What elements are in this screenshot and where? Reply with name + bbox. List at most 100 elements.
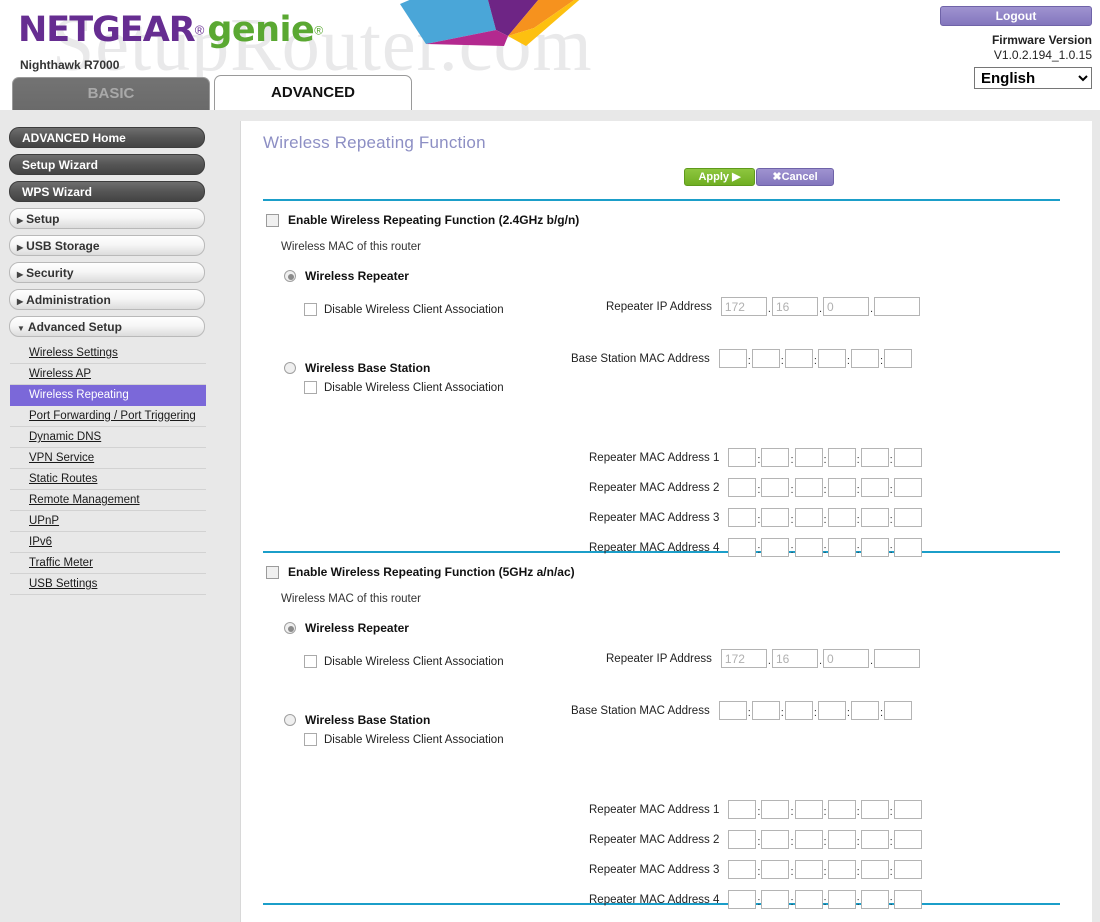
tab-advanced[interactable]: ADVANCED [214, 75, 412, 110]
language-select[interactable]: English [974, 67, 1092, 89]
repeater-mac-1-5ghz-octet-5[interactable] [860, 800, 889, 819]
sidebar-item-static-routes[interactable]: Static Routes [10, 469, 206, 490]
repeater-mac-3-5ghz-octet-2[interactable] [761, 860, 790, 879]
sidebar-item-wps-wizard[interactable]: WPS Wizard [9, 181, 205, 202]
wireless-repeater-5ghz-radio[interactable] [284, 622, 296, 634]
repeater-mac-3-5ghz-octet-3[interactable] [794, 860, 823, 879]
repeater-mac-3-24ghz-octet-3[interactable] [794, 508, 823, 527]
repeater-mac-4-5ghz-octet-6[interactable] [893, 890, 922, 909]
repeater-mac-4-5ghz-octet-2[interactable] [761, 890, 790, 909]
wireless-base-station-5ghz-radio[interactable] [284, 714, 296, 726]
repeater-ip-5ghz-octet-1[interactable] [720, 649, 767, 668]
repeater-mac-3-5ghz-octet-5[interactable] [860, 860, 889, 879]
base-mac-5ghz-octet-3[interactable] [784, 701, 813, 720]
disable-assoc-repeater-5ghz-checkbox[interactable] [304, 655, 317, 668]
sidebar-item-wireless-settings[interactable]: Wireless Settings [10, 343, 206, 364]
repeater-mac-2-24ghz-octet-5[interactable] [860, 478, 889, 497]
repeater-mac-4-5ghz-octet-3[interactable] [794, 890, 823, 909]
wireless-repeater-5ghz-row[interactable]: Wireless Repeater [241, 605, 1092, 635]
repeater-mac-1-5ghz-octet-1[interactable] [728, 800, 757, 819]
disable-assoc-base-24ghz-checkbox[interactable] [304, 381, 317, 394]
base-mac-24ghz-octet-3[interactable] [784, 349, 813, 368]
repeater-mac-3-24ghz-octet-1[interactable] [728, 508, 757, 527]
repeater-mac-4-5ghz-octet-4[interactable] [827, 890, 856, 909]
disable-assoc-repeater-24ghz-checkbox[interactable] [304, 303, 317, 316]
base-mac-5ghz-octet-6[interactable] [884, 701, 913, 720]
tab-basic[interactable]: BASIC [12, 77, 210, 110]
wireless-base-station-24ghz-radio[interactable] [284, 362, 296, 374]
wireless-repeater-24ghz-radio[interactable] [284, 270, 296, 282]
base-mac-24ghz-octet-5[interactable] [850, 349, 879, 368]
enable-5ghz-row[interactable]: Enable Wireless Repeating Function (5GHz… [241, 553, 1092, 579]
base-mac-5ghz-octet-1[interactable] [718, 701, 747, 720]
repeater-mac-2-24ghz-octet-4[interactable] [827, 478, 856, 497]
repeater-mac-4-5ghz-octet-1[interactable] [728, 890, 757, 909]
logout-button[interactable]: Logout [940, 6, 1092, 26]
sidebar-item-usb-storage[interactable]: ▶ USB Storage [9, 235, 205, 256]
repeater-mac-3-5ghz-octet-1[interactable] [728, 860, 757, 879]
sidebar-item-advanced-home[interactable]: ADVANCED Home [9, 127, 205, 148]
repeater-mac-3-24ghz-octet-5[interactable] [860, 508, 889, 527]
repeater-ip-24ghz-octet-3[interactable] [823, 297, 870, 316]
repeater-mac-2-24ghz-octet-1[interactable] [728, 478, 757, 497]
repeater-mac-4-5ghz-octet-5[interactable] [860, 890, 889, 909]
repeater-mac-2-5ghz-octet-4[interactable] [827, 830, 856, 849]
repeater-mac-2-5ghz-octet-6[interactable] [893, 830, 922, 849]
repeater-ip-5ghz-octet-2[interactable] [771, 649, 818, 668]
sidebar-item-dynamic-dns[interactable]: Dynamic DNS [10, 427, 206, 448]
repeater-ip-24ghz-octet-2[interactable] [771, 297, 818, 316]
base-mac-24ghz-octet-4[interactable] [817, 349, 846, 368]
base-mac-5ghz-octet-4[interactable] [817, 701, 846, 720]
sidebar-item-setup[interactable]: ▶ Setup [9, 208, 205, 229]
sidebar-item-ipv6[interactable]: IPv6 [10, 532, 206, 553]
repeater-mac-1-24ghz-octet-2[interactable] [761, 448, 790, 467]
sidebar-item-setup-wizard[interactable]: Setup Wizard [9, 154, 205, 175]
repeater-ip-24ghz-octet-4[interactable] [874, 297, 921, 316]
sidebar-item-administration[interactable]: ▶ Administration [9, 289, 205, 310]
repeater-mac-1-24ghz-octet-5[interactable] [860, 448, 889, 467]
sidebar-item-upnp[interactable]: UPnP [10, 511, 206, 532]
cancel-button[interactable]: ✖Cancel [756, 168, 834, 186]
sidebar-item-vpn-service[interactable]: VPN Service [10, 448, 206, 469]
repeater-mac-2-5ghz-octet-5[interactable] [860, 830, 889, 849]
sidebar-item-traffic-meter[interactable]: Traffic Meter [10, 553, 206, 574]
sidebar-item-remote-management[interactable]: Remote Management [10, 490, 206, 511]
sidebar-item-advanced-setup[interactable]: ▼ Advanced Setup [9, 316, 205, 337]
base-mac-5ghz-octet-2[interactable] [751, 701, 780, 720]
disable-assoc-base-24ghz-row[interactable]: Disable Wireless Client Association [241, 381, 1092, 394]
enable-5ghz-checkbox[interactable] [266, 565, 279, 579]
repeater-mac-3-24ghz-octet-6[interactable] [893, 508, 922, 527]
repeater-mac-1-24ghz-octet-6[interactable] [893, 448, 922, 467]
sidebar-item-wireless-repeating[interactable]: Wireless Repeating [10, 385, 206, 406]
repeater-mac-1-5ghz-octet-4[interactable] [827, 800, 856, 819]
repeater-mac-1-5ghz-octet-6[interactable] [893, 800, 922, 819]
sidebar-item-security[interactable]: ▶ Security [9, 262, 205, 283]
sidebar-item-wireless-ap[interactable]: Wireless AP [10, 364, 206, 385]
repeater-mac-3-24ghz-octet-2[interactable] [761, 508, 790, 527]
repeater-mac-1-24ghz-octet-1[interactable] [728, 448, 757, 467]
repeater-mac-2-24ghz-octet-6[interactable] [893, 478, 922, 497]
repeater-mac-2-24ghz-octet-2[interactable] [761, 478, 790, 497]
sidebar-item-port-forwarding[interactable]: Port Forwarding / Port Triggering [10, 406, 206, 427]
apply-button[interactable]: Apply ▶ [684, 168, 755, 186]
repeater-mac-2-5ghz-octet-1[interactable] [728, 830, 757, 849]
wireless-repeater-24ghz-row[interactable]: Wireless Repeater [241, 253, 1092, 283]
repeater-ip-5ghz-octet-3[interactable] [823, 649, 870, 668]
repeater-mac-2-5ghz-octet-3[interactable] [794, 830, 823, 849]
repeater-ip-24ghz-octet-1[interactable] [720, 297, 767, 316]
disable-assoc-base-5ghz-checkbox[interactable] [304, 733, 317, 746]
base-mac-24ghz-octet-6[interactable] [884, 349, 913, 368]
repeater-mac-3-24ghz-octet-4[interactable] [827, 508, 856, 527]
repeater-mac-1-5ghz-octet-2[interactable] [761, 800, 790, 819]
sidebar-item-usb-settings[interactable]: USB Settings [10, 574, 206, 595]
base-mac-5ghz-octet-5[interactable] [850, 701, 879, 720]
repeater-mac-1-5ghz-octet-3[interactable] [794, 800, 823, 819]
disable-assoc-base-5ghz-row[interactable]: Disable Wireless Client Association [241, 733, 1092, 746]
repeater-mac-1-24ghz-octet-3[interactable] [794, 448, 823, 467]
repeater-mac-1-24ghz-octet-4[interactable] [827, 448, 856, 467]
base-mac-24ghz-octet-1[interactable] [718, 349, 747, 368]
enable-24ghz-checkbox[interactable] [266, 213, 279, 227]
repeater-ip-5ghz-octet-4[interactable] [874, 649, 921, 668]
enable-24ghz-row[interactable]: Enable Wireless Repeating Function (2.4G… [241, 201, 1092, 227]
base-mac-24ghz-octet-2[interactable] [751, 349, 780, 368]
